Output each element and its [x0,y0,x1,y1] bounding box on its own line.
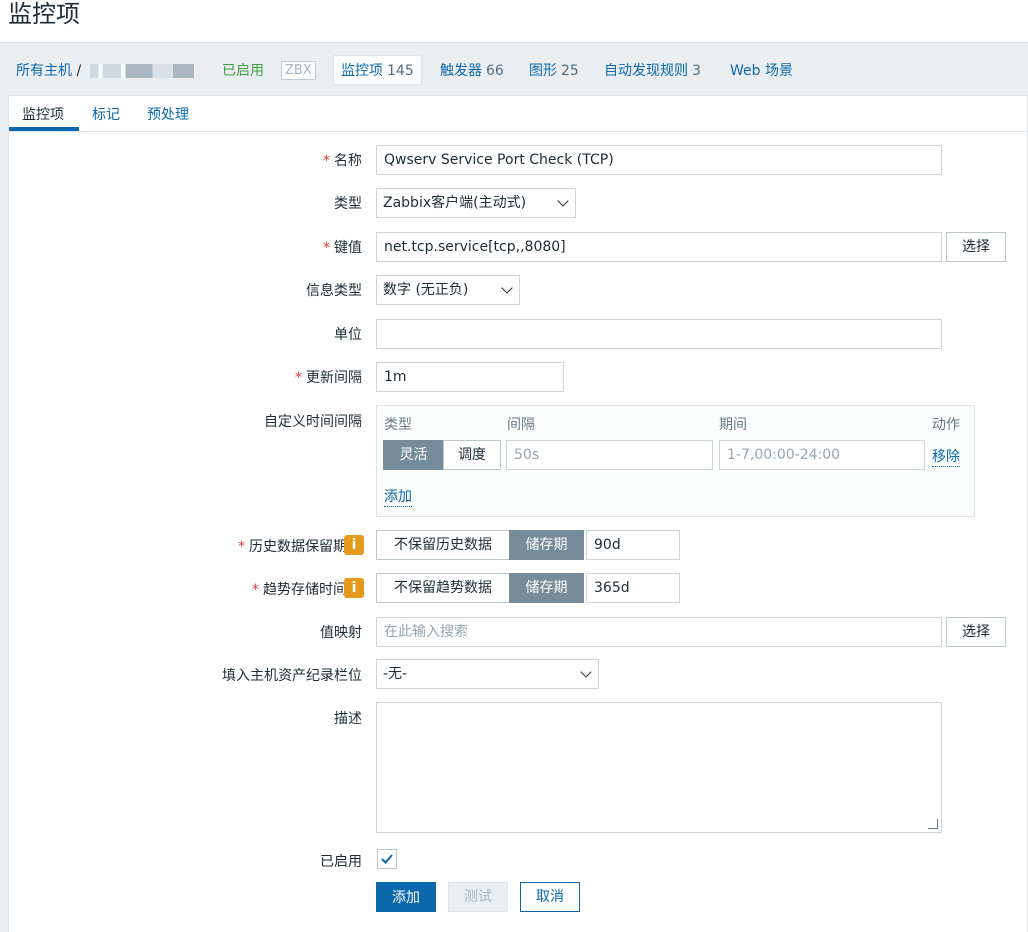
key-input[interactable]: net.tcp.service[tcp,,8080] [376,232,942,262]
nav-items[interactable]: 监控项 145 [333,55,422,85]
tab-preprocessing[interactable]: 预处理 [147,104,189,124]
history-label: * 历史数据保留期 [238,539,347,555]
col-interval-header: 间隔 [507,417,535,433]
form-tabs: 监控项 标记 预处理 [9,96,1028,132]
cancel-button[interactable]: 取消 [520,882,580,912]
breadcrumb: 所有主机 / [16,60,194,80]
inventory-select-value: -无- [383,666,408,682]
test-button: 测试 [448,882,508,912]
host-navigation: 所有主机 / 已启用 ZBX 监控项 145 触发器 66 图形 25 自动发现规则 3… [0,43,1028,95]
update-interval-label: * 更新间隔 [295,370,362,386]
item-form: 监控项 标记 预处理 * 名称 Qwserv Service Port Check… [8,95,1028,932]
zbx-availability-badge: ZBX [281,61,316,80]
custom-intervals-label: 自定义时间间隔 [264,414,362,430]
trends-do-not-keep-toggle[interactable]: 不保留趋势数据 [376,573,510,603]
units-input[interactable] [376,319,942,349]
name-input[interactable]: Qwserv Service Port Check (TCP) [376,145,942,175]
flexible-toggle[interactable]: 灵活 [383,440,444,470]
tab-item[interactable]: 监控项 [22,104,64,124]
chevron-down-icon [580,666,592,678]
type-select-value: Zabbix客户端(主动式) [383,195,527,211]
valuemap-search-input[interactable]: 在此输入搜索 [376,617,942,647]
inventory-label: 填入主机资产纪录栏位 [222,668,362,684]
update-interval-input[interactable]: 1m [376,362,564,392]
nav-items-label: 监控项 [341,63,383,79]
valuemap-select-button[interactable]: 选择 [946,617,1006,647]
type-select[interactable]: Zabbix客户端(主动式) [376,188,576,218]
remove-link[interactable]: 移除 [932,446,960,467]
col-action-header: 动作 [932,417,960,433]
enabled-checkbox[interactable] [377,849,397,869]
history-input[interactable]: 90d [586,530,680,560]
description-label: 描述 [334,711,362,727]
active-tab-indicator [9,127,79,131]
host-status-enabled[interactable]: 已启用 [222,60,264,80]
info-type-select-value: 数字 (无正负) [383,282,469,298]
nav-items-count: 145 [387,63,414,79]
nav-graphs[interactable]: 图形 25 [529,60,579,80]
tab-tags[interactable]: 标记 [92,104,120,124]
info-icon[interactable]: i [344,578,364,598]
type-label: 类型 [334,196,362,212]
history-storage-period-toggle[interactable]: 储存期 [509,530,584,560]
checkmark-icon [381,854,393,864]
add-button[interactable]: 添加 [376,882,436,912]
scheduling-toggle[interactable]: 调度 [443,440,501,470]
period-input[interactable]: 1-7,00:00-24:00 [719,440,925,470]
nav-discovery-label: 自动发现规则 [604,63,688,79]
col-period-header: 期间 [719,417,747,433]
chevron-down-icon [501,282,513,294]
all-hosts-link[interactable]: 所有主机 [16,63,72,79]
info-type-label: 信息类型 [306,283,362,299]
info-type-select[interactable]: 数字 (无正负) [376,275,520,305]
page-title: 监控项 [8,0,80,28]
nav-web-scenarios[interactable]: Web 场景 [730,60,793,80]
nav-graphs-count: 25 [561,63,579,79]
breadcrumb-separator: / [76,63,82,79]
nav-discovery-rules[interactable]: 自动发现规则 3 [604,60,701,80]
trends-input[interactable]: 365d [586,573,680,603]
interval-input[interactable]: 50s [506,440,713,470]
nav-discovery-count: 3 [692,63,701,79]
key-select-button[interactable]: 选择 [946,232,1006,262]
history-do-not-keep-toggle[interactable]: 不保留历史数据 [376,530,510,560]
resize-handle-icon[interactable] [928,819,938,829]
col-type-header: 类型 [384,417,412,433]
nav-graphs-label: 图形 [529,63,557,79]
nav-triggers[interactable]: 触发器 66 [440,60,504,80]
description-textarea[interactable] [376,702,942,833]
info-icon[interactable]: i [344,535,364,555]
page-header: 监控项 [0,0,1028,43]
nav-triggers-count: 66 [486,63,504,79]
units-label: 单位 [334,327,362,343]
name-label: * 名称 [323,153,362,169]
host-name-link[interactable] [89,64,194,78]
custom-intervals-table: 类型 间隔 期间 动作 灵活 调度 50s 1-7,00:00-24:00 移除… [376,405,975,517]
add-interval-link[interactable]: 添加 [384,486,412,507]
enabled-label: 已启用 [320,854,362,870]
nav-triggers-label: 触发器 [440,63,482,79]
valuemap-label: 值映射 [320,625,362,641]
trends-storage-period-toggle[interactable]: 储存期 [509,573,584,603]
trends-label: * 趋势存储时间 [252,582,347,598]
chevron-down-icon [557,195,569,207]
key-label: * 键值 [323,240,362,256]
inventory-select[interactable]: -无- [376,659,599,689]
